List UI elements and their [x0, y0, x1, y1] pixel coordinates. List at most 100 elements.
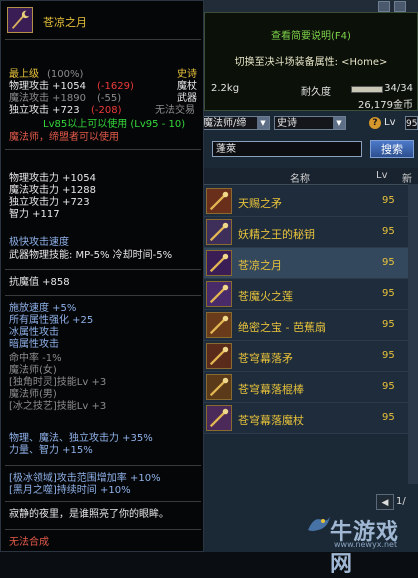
item-type-label: 魔杖: [177, 81, 197, 92]
bonus-stat-line: 暗属性攻击: [9, 339, 59, 350]
stat-magic-attack: 魔法攻击 +1890: [9, 93, 87, 104]
help-icon[interactable]: ?: [369, 117, 381, 129]
key-staff-icon: [206, 219, 232, 245]
stat-physical-attack: 物理攻击 +1054: [9, 81, 87, 92]
base-stat-line: 物理攻击力 +1054: [9, 173, 97, 184]
durability-bar-fill: [352, 87, 382, 92]
list-item[interactable]: 苍凉之月 95: [204, 248, 408, 279]
bonus-stat-line: 冰属性攻击: [9, 327, 59, 338]
bonus-stat-line: 施放速度 +5%: [9, 303, 77, 314]
spear-icon: [206, 343, 232, 369]
rod-icon: [206, 374, 232, 400]
moon-staff-icon: [7, 7, 33, 33]
gold-value: 26,179金币: [358, 100, 413, 111]
fan-icon: [206, 312, 232, 338]
class-requirement: 魔法师，缔盟者可以使用: [9, 132, 119, 143]
list-item[interactable]: 苍魔火之莲 95: [204, 279, 408, 310]
level-requirement: Lv85以上可以使用 (Lv95 - 10): [43, 119, 186, 130]
moon-staff-icon: [206, 250, 232, 276]
extra-stat-line: 物理、魔法、独立攻击力 +35%: [9, 433, 153, 444]
grade-label: 最上级: [9, 69, 39, 80]
rarity-filter-select[interactable]: 史诗 ▼: [274, 116, 346, 130]
close-button[interactable]: [394, 1, 406, 12]
attack-speed: 极快攻击速度: [9, 237, 69, 248]
special-stat-line: [极冰领域]攻击范围增加率 +10%: [9, 473, 161, 484]
list-header: 名称 Lv 新: [204, 168, 418, 185]
item-name: 妖精之王的秘钥: [238, 228, 315, 241]
item-level: 95: [382, 257, 395, 268]
weight-value: 2.2kg: [211, 83, 240, 94]
list-item[interactable]: 苍穹幕落魔杖 95: [204, 403, 408, 434]
item-level: 95: [382, 226, 395, 237]
rarity-label: 史诗: [177, 69, 197, 80]
item-level: 95: [382, 195, 395, 206]
watermark-logo-icon: [308, 516, 330, 531]
item-level: 95: [382, 412, 395, 423]
item-name: 苍凉之月: [43, 16, 87, 29]
list-item[interactable]: 天赐之矛 95: [204, 186, 408, 217]
extra-stat-line: 力量、智力 +15%: [9, 445, 93, 456]
divider: [5, 39, 201, 40]
column-header-name[interactable]: 名称: [290, 170, 310, 185]
grade-percent: (100%): [47, 69, 84, 80]
no-synthesis: 无法合成: [9, 537, 49, 548]
item-summary-box: 查看简要说明(F4) 切换至决斗场装备属性: <Home> 2.2kg 耐久度 …: [204, 12, 418, 111]
lotus-staff-icon: [206, 281, 232, 307]
item-name: 苍穹幕落矛: [238, 352, 293, 365]
page-number: 1/: [396, 496, 406, 507]
list-item[interactable]: 苍穹幕落矛 95: [204, 341, 408, 372]
class-bonus-line: 魔法师(女): [9, 365, 57, 376]
base-stat-line: 独立攻击力 +723: [9, 197, 90, 208]
prev-page-button[interactable]: ◀: [376, 494, 394, 510]
list-item[interactable]: 苍穹幕落棍棒 95: [204, 372, 408, 403]
hit-rate: 命中率 -1%: [9, 353, 62, 364]
divider: [5, 149, 201, 150]
item-level: 95: [382, 381, 395, 392]
list-scrollbar[interactable]: [408, 184, 418, 484]
durability-bar: [351, 86, 383, 93]
item-name: 苍凉之月: [238, 259, 282, 272]
class-bonus-line: 魔法师(男): [9, 389, 57, 400]
minimize-button[interactable]: [378, 1, 390, 12]
class-bonus-line: [独角时灵]技能Lv +3: [9, 377, 107, 388]
item-name: 苍魔火之莲: [238, 290, 293, 303]
item-name: 苍穹幕落棍棒: [238, 383, 304, 396]
switch-hint: 切换至决斗场装备属性: <Home>: [234, 57, 388, 68]
durability-value: 34/34: [384, 83, 413, 94]
class-bonus-line: [冰之技艺]技能Lv +3: [9, 401, 107, 412]
list-item[interactable]: 妖精之王的秘钥 95: [204, 217, 408, 248]
lv-label: Lv: [384, 117, 396, 128]
item-name: 苍穹幕落魔杖: [238, 414, 304, 427]
stat-diff: (-208): [91, 105, 122, 116]
class-filter-select[interactable]: 魔法师/缔 ▼: [200, 116, 270, 130]
chevron-down-icon[interactable]: ▼: [333, 117, 345, 129]
divider: [5, 529, 201, 530]
lv-input[interactable]: 95: [405, 116, 418, 130]
stat-diff: (-55): [97, 93, 122, 104]
bonus-stat-line: 所有属性强化 +25: [9, 315, 94, 326]
chevron-down-icon[interactable]: ▼: [257, 117, 269, 129]
hotkey-hint: 查看简要说明(F4): [271, 31, 351, 42]
wand-icon: [206, 405, 232, 431]
column-header-lv[interactable]: Lv: [376, 170, 388, 181]
flavor-text: 寂静的夜里，是谁照亮了你的眼眸。: [9, 509, 169, 520]
item-tooltip: 苍凉之月 最上级 (100%) 史诗 物理攻击 +1054 (-1629) 魔杖…: [0, 0, 204, 552]
resist-value: 抗魔值 +858: [9, 277, 70, 288]
rarity-filter-value: 史诗: [277, 118, 297, 129]
search-input[interactable]: 蓬萊: [212, 141, 362, 157]
divider: [5, 465, 201, 466]
search-button[interactable]: 搜索: [370, 140, 414, 158]
list-item[interactable]: 绝密之宝 - 芭蕉扇 95: [204, 310, 408, 341]
divider: [5, 295, 201, 296]
base-stat-line: 智力 +117: [9, 209, 60, 220]
special-stat-line: [黑月之噬]持续时间 +10%: [9, 485, 131, 496]
column-header-new[interactable]: 新: [402, 170, 412, 185]
stat-diff: (-1629): [97, 81, 134, 92]
base-stat-line: 魔法攻击力 +1288: [9, 185, 97, 196]
trade-status: 无法交易: [155, 105, 195, 116]
item-name: 绝密之宝 - 芭蕉扇: [238, 321, 326, 334]
class-filter-value: 魔法师/缔: [203, 118, 247, 129]
item-level: 95: [382, 350, 395, 361]
stat-independent-attack: 独立攻击 +723: [9, 105, 80, 116]
weapon-skill: 武器物理技能: MP-5% 冷却时间-5%: [9, 250, 173, 261]
